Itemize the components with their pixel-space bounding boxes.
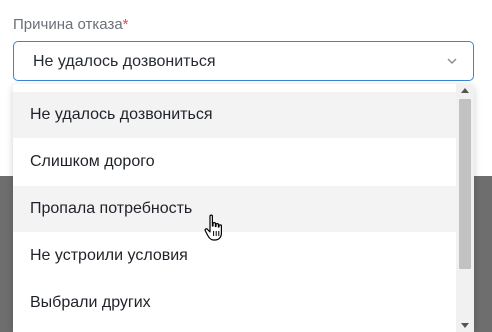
select-value: Не удалось дозвониться bbox=[33, 53, 216, 70]
option-too-expensive[interactable]: Слишком дорого bbox=[13, 139, 456, 185]
reason-select[interactable]: Не удалось дозвониться bbox=[13, 41, 474, 81]
option-terms-unsuitable[interactable]: Не устроили условия bbox=[13, 233, 456, 279]
field-label-text: Причина отказа bbox=[13, 16, 123, 33]
option-need-gone[interactable]: Пропала потребность bbox=[13, 186, 456, 232]
dropdown-list: Не удалось дозвониться Слишком дорого Пр… bbox=[13, 84, 474, 332]
scrollbar-thumb[interactable] bbox=[459, 99, 471, 269]
scroll-up-icon[interactable] bbox=[461, 88, 469, 93]
option-chose-others[interactable]: Выбрали других bbox=[13, 280, 456, 326]
hand-pointer-icon bbox=[204, 214, 222, 241]
option-label: Пропала потребность bbox=[30, 200, 193, 217]
required-mark: * bbox=[122, 16, 129, 33]
option-label: Выбрали других bbox=[30, 294, 151, 311]
field-label: Причина отказа* bbox=[13, 16, 129, 33]
option-label: Не устроили условия bbox=[30, 247, 188, 264]
option-not-reached[interactable]: Не удалось дозвониться bbox=[13, 92, 456, 138]
option-label: Слишком дорого bbox=[30, 153, 155, 170]
scroll-down-icon[interactable] bbox=[461, 323, 469, 328]
scrollbar[interactable] bbox=[456, 84, 474, 332]
option-label: Не удалось дозвониться bbox=[30, 106, 213, 123]
chevron-down-icon[interactable] bbox=[445, 54, 459, 68]
